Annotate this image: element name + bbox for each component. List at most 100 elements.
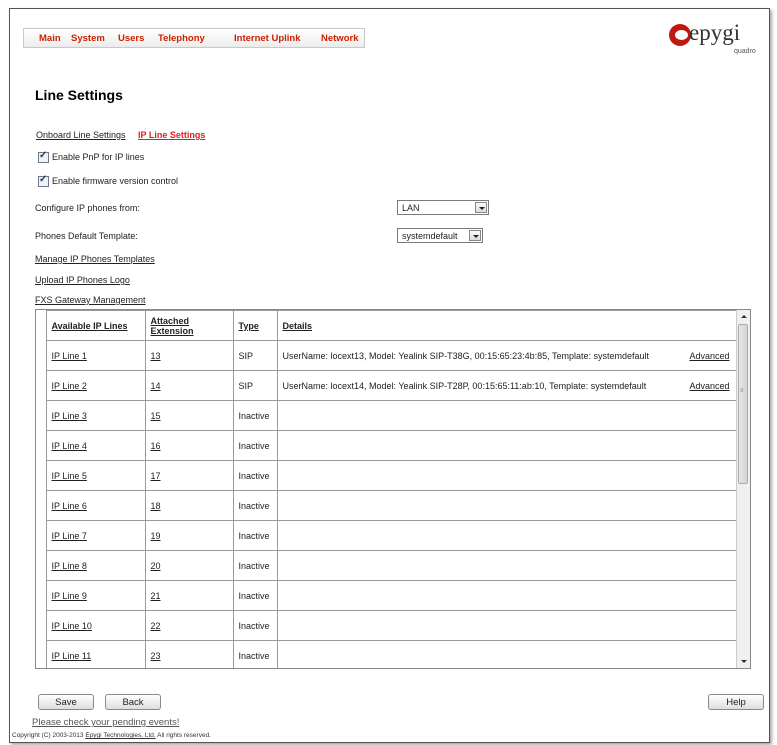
extension-link[interactable]: 15 bbox=[151, 411, 161, 421]
pnp-checkbox-row: Enable PnP for IP lines bbox=[38, 150, 144, 164]
pending-events-link[interactable]: Please check your pending events! bbox=[32, 717, 179, 728]
chevron-down-icon bbox=[475, 202, 487, 213]
ip-line-link[interactable]: IP Line 11 bbox=[52, 651, 92, 661]
extension-link[interactable]: 19 bbox=[151, 531, 161, 541]
cell-line: IP Line 8 bbox=[45, 550, 146, 581]
configure-ip-phones-select[interactable]: LAN bbox=[397, 200, 489, 215]
cell-type: Inactive bbox=[232, 490, 278, 521]
ip-line-link[interactable]: IP Line 7 bbox=[52, 531, 87, 541]
scroll-up-icon[interactable] bbox=[737, 310, 750, 323]
default-template-label: Phones Default Template: bbox=[35, 231, 138, 241]
row-spacer bbox=[36, 370, 47, 401]
row-spacer bbox=[36, 400, 47, 431]
table-row: IP Line 7 19 Inactive bbox=[36, 520, 736, 551]
ip-line-link[interactable]: IP Line 1 bbox=[52, 351, 87, 361]
col-available-ip-lines[interactable]: Available IP Lines bbox=[45, 310, 146, 341]
table-header-row: Available IP Lines Attached Extension Ty… bbox=[36, 310, 736, 341]
table-row: IP Line 3 15 Inactive bbox=[36, 400, 736, 431]
extension-link[interactable]: 18 bbox=[151, 501, 161, 511]
cell-details bbox=[276, 490, 736, 521]
extension-link[interactable]: 17 bbox=[151, 471, 161, 481]
ip-line-link[interactable]: IP Line 3 bbox=[52, 411, 87, 421]
table-row: IP Line 10 22 Inactive bbox=[36, 610, 736, 641]
logo-subtitle: quadro bbox=[734, 48, 756, 55]
scroll-thumb[interactable] bbox=[738, 324, 748, 484]
table-scrollbar[interactable]: ≡ bbox=[736, 310, 750, 668]
logo-mark-icon bbox=[669, 24, 691, 46]
cell-type: Inactive bbox=[232, 400, 278, 431]
cell-type: Inactive bbox=[232, 640, 278, 668]
cell-type: Inactive bbox=[232, 580, 278, 611]
enable-firmware-checkbox[interactable] bbox=[38, 174, 49, 188]
cell-details: Advanced UserName: locext13, Model: Yeali… bbox=[276, 340, 736, 371]
extension-link[interactable]: 16 bbox=[151, 441, 161, 451]
cell-details bbox=[276, 430, 736, 461]
ip-line-link[interactable]: IP Line 9 bbox=[52, 591, 87, 601]
cell-line: IP Line 9 bbox=[45, 580, 146, 611]
nav-users[interactable]: Users bbox=[118, 33, 144, 44]
tab-onboard-line-settings[interactable]: Onboard Line Settings bbox=[36, 130, 126, 140]
extension-link[interactable]: 21 bbox=[151, 591, 161, 601]
cell-details bbox=[276, 640, 736, 668]
enable-pnp-checkbox[interactable] bbox=[38, 150, 49, 164]
ip-line-link[interactable]: IP Line 8 bbox=[52, 561, 87, 571]
back-button[interactable]: Back bbox=[105, 694, 161, 710]
page-title: Line Settings bbox=[35, 87, 123, 103]
save-button[interactable]: Save bbox=[38, 694, 94, 710]
ip-line-link[interactable]: IP Line 4 bbox=[52, 441, 87, 451]
advanced-link[interactable]: Advanced bbox=[689, 381, 729, 391]
nav-telephony[interactable]: Telephony bbox=[158, 33, 205, 44]
col-type[interactable]: Type bbox=[232, 310, 278, 341]
scroll-grip-icon: ≡ bbox=[740, 388, 744, 394]
cell-details bbox=[276, 460, 736, 491]
cell-extension: 14 bbox=[144, 370, 234, 401]
details-text: UserName: locext14, Model: Yealink SIP-T… bbox=[282, 380, 647, 391]
ip-line-link[interactable]: IP Line 5 bbox=[52, 471, 87, 481]
ip-line-link[interactable]: IP Line 10 bbox=[52, 621, 92, 631]
upload-logo-link[interactable]: Upload IP Phones Logo bbox=[35, 275, 130, 285]
extension-link[interactable]: 13 bbox=[151, 351, 161, 361]
cell-line: IP Line 6 bbox=[45, 490, 146, 521]
company-link[interactable]: Epygi Technologies, Ltd. bbox=[85, 732, 155, 739]
cell-details bbox=[276, 580, 736, 611]
row-spacer bbox=[36, 610, 47, 641]
row-spacer bbox=[36, 520, 47, 551]
ip-lines-table-container: Available IP Lines Attached Extension Ty… bbox=[35, 309, 751, 669]
extension-link[interactable]: 14 bbox=[151, 381, 161, 391]
cell-line: IP Line 10 bbox=[45, 610, 146, 641]
copyright: Copyright (C) 2003-2013 Epygi Technologi… bbox=[12, 732, 211, 739]
extension-link[interactable]: 22 bbox=[151, 621, 161, 631]
cell-type: Inactive bbox=[232, 550, 278, 581]
row-spacer bbox=[36, 550, 47, 581]
default-template-select[interactable]: systemdefault bbox=[397, 228, 483, 243]
tab-ip-line-settings[interactable]: IP Line Settings bbox=[138, 130, 205, 140]
cell-extension: 20 bbox=[144, 550, 234, 581]
firmware-checkbox-row: Enable firmware version control bbox=[38, 174, 178, 188]
manage-templates-link[interactable]: Manage IP Phones Templates bbox=[35, 254, 155, 264]
fxs-gateway-link[interactable]: FXS Gateway Management bbox=[35, 295, 146, 305]
nav-network[interactable]: Network bbox=[321, 33, 358, 44]
cell-details: Advanced UserName: locext14, Model: Yeali… bbox=[276, 370, 736, 401]
scroll-down-icon[interactable] bbox=[737, 655, 750, 668]
cell-extension: 18 bbox=[144, 490, 234, 521]
help-button[interactable]: Help bbox=[708, 694, 764, 710]
table-row: IP Line 2 14 SIP Advanced UserName: locext14… bbox=[36, 370, 736, 401]
extension-link[interactable]: 23 bbox=[151, 651, 161, 661]
chevron-down-icon bbox=[469, 230, 481, 241]
configure-label: Configure IP phones from: bbox=[35, 203, 140, 213]
col-attached-extension[interactable]: Attached Extension bbox=[144, 310, 234, 341]
nav-system[interactable]: System bbox=[71, 33, 105, 44]
extension-link[interactable]: 20 bbox=[151, 561, 161, 571]
ip-line-link[interactable]: IP Line 6 bbox=[52, 501, 87, 511]
cell-details bbox=[276, 520, 736, 551]
ip-line-link[interactable]: IP Line 2 bbox=[52, 381, 87, 391]
nav-main[interactable]: Main bbox=[39, 33, 61, 44]
top-navigation: Main System Users Telephony Internet Upl… bbox=[23, 28, 365, 48]
row-spacer bbox=[36, 430, 47, 461]
cell-type: Inactive bbox=[232, 460, 278, 491]
cell-line: IP Line 7 bbox=[45, 520, 146, 551]
ip-lines-table: Available IP Lines Attached Extension Ty… bbox=[36, 310, 736, 668]
nav-internet-uplink[interactable]: Internet Uplink bbox=[234, 33, 301, 44]
advanced-link[interactable]: Advanced bbox=[689, 351, 729, 361]
col-details[interactable]: Details bbox=[276, 310, 736, 341]
